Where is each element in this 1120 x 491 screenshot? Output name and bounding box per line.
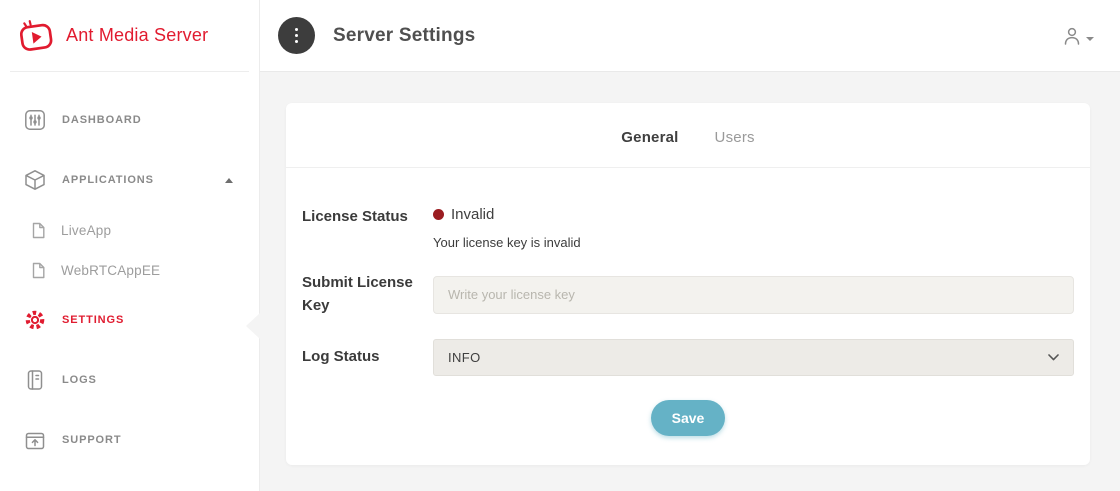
active-item-notch <box>246 313 260 339</box>
applications-icon <box>24 169 46 191</box>
tab-bar: General Users <box>302 103 1074 146</box>
sidebar-item-label: LOGS <box>62 374 97 386</box>
license-status-row: License Status Invalid Your license key … <box>302 206 1074 250</box>
sidebar: Ant Media Server DASHBOARD <box>0 0 260 491</box>
logs-icon <box>24 369 46 391</box>
kebab-menu-icon <box>295 28 298 43</box>
license-key-row: Submit License Key <box>302 272 1074 317</box>
top-bar: Server Settings <box>260 0 1120 72</box>
tab-general[interactable]: General <box>621 129 678 146</box>
log-status-row: Log Status INFO <box>302 339 1074 376</box>
sidebar-nav: DASHBOARD APPLICATIONS <box>0 72 259 470</box>
person-icon <box>1062 26 1082 46</box>
license-status-value: Invalid <box>433 206 1074 223</box>
license-status-text: Invalid <box>451 206 494 223</box>
sidebar-item-label: SETTINGS <box>62 314 124 326</box>
sidebar-item-settings[interactable]: SETTINGS <box>0 290 259 350</box>
file-icon <box>30 262 47 279</box>
content-area: General Users License Status Invalid You… <box>260 72 1120 491</box>
chevron-up-icon[interactable] <box>225 178 233 183</box>
save-button[interactable]: Save <box>651 400 726 436</box>
sidebar-item-label: SUPPORT <box>62 434 121 446</box>
log-status-label: Log Status <box>302 346 433 369</box>
main-area: Server Settings General Users <box>260 0 1120 491</box>
sidebar-item-logs[interactable]: LOGS <box>0 350 259 410</box>
server-settings-form: License Status Invalid Your license key … <box>302 168 1074 436</box>
settings-card: General Users License Status Invalid You… <box>286 103 1090 465</box>
sidebar-item-label: APPLICATIONS <box>62 174 154 186</box>
file-icon <box>30 222 47 239</box>
gear-icon <box>24 309 46 331</box>
tab-users[interactable]: Users <box>715 129 755 146</box>
log-status-select[interactable]: INFO <box>433 339 1074 376</box>
sidebar-item-label: WebRTCAppEE <box>61 263 160 278</box>
sidebar-item-label: LiveApp <box>61 223 111 238</box>
chevron-down-icon <box>1048 354 1059 361</box>
license-key-input[interactable] <box>433 276 1074 314</box>
save-row: Save <box>302 400 1074 436</box>
sidebar-item-dashboard[interactable]: DASHBOARD <box>0 90 259 150</box>
sidebar-item-support[interactable]: SUPPORT <box>0 410 259 470</box>
license-status-detail: Your license key is invalid <box>433 235 1074 250</box>
status-dot-icon <box>433 209 444 220</box>
license-key-label: Submit License Key <box>302 272 433 317</box>
brand-name: Ant Media Server <box>66 25 208 46</box>
user-menu[interactable] <box>1062 26 1094 46</box>
app-root: Ant Media Server DASHBOARD <box>0 0 1120 491</box>
page-title: Server Settings <box>333 25 475 47</box>
license-status-label: License Status <box>302 206 433 250</box>
log-status-selected-value: INFO <box>448 350 481 365</box>
sidebar-item-applications[interactable]: APPLICATIONS <box>0 150 259 210</box>
menu-toggle-button[interactable] <box>278 17 315 54</box>
brand-logo-icon <box>16 18 56 54</box>
sidebar-item-label: DASHBOARD <box>62 114 142 126</box>
support-icon <box>24 429 46 451</box>
dashboard-icon <box>24 109 46 131</box>
chevron-down-icon <box>1086 37 1094 41</box>
sidebar-item-liveapp[interactable]: LiveApp <box>0 210 259 250</box>
sidebar-item-webrtcappee[interactable]: WebRTCAppEE <box>0 250 259 290</box>
brand[interactable]: Ant Media Server <box>10 0 249 72</box>
